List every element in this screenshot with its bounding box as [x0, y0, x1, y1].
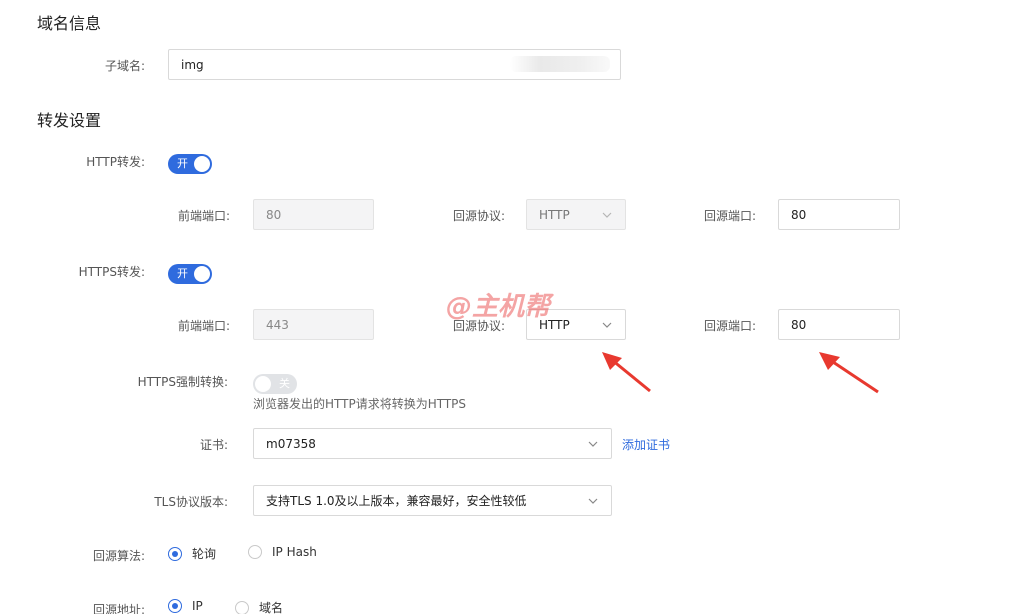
- https-front-port-label: 前端端口:: [177, 319, 230, 333]
- algorithm-radio-ip-hash[interactable]: IP Hash: [248, 545, 317, 559]
- http-origin-port-input[interactable]: 80: [778, 199, 900, 230]
- red-arrow-icon: [602, 352, 651, 393]
- subdomain-label: 子域名:: [104, 59, 145, 73]
- toggle-knob: [194, 156, 210, 172]
- subdomain-value: img: [181, 57, 204, 72]
- red-arrow-icon: [819, 352, 879, 394]
- chevron-down-icon: [601, 319, 613, 331]
- algorithm-option-label: IP Hash: [272, 545, 317, 559]
- toggle-knob: [255, 376, 271, 392]
- algorithm-radio-round-robin[interactable]: 轮询: [168, 545, 216, 562]
- https-forward-toggle[interactable]: 开: [168, 264, 212, 284]
- algorithm-option-label: 轮询: [192, 547, 217, 561]
- radio-unchecked-icon: [248, 545, 262, 559]
- certificate-label: 证书:: [199, 438, 228, 452]
- force-https-toggle-text: 关: [279, 377, 290, 390]
- http-origin-port-label: 回源端口:: [703, 209, 756, 223]
- redacted-domain-suffix: [510, 56, 610, 72]
- certificate-select[interactable]: m07358: [253, 428, 612, 459]
- address-option-label: IP: [192, 599, 203, 613]
- http-forward-toggle[interactable]: 开: [168, 154, 212, 174]
- chevron-down-icon: [587, 438, 599, 450]
- radio-unchecked-icon: [235, 600, 249, 614]
- address-radio-ip[interactable]: IP: [168, 599, 203, 613]
- tls-version-label: TLS协议版本:: [154, 495, 228, 509]
- add-certificate-link[interactable]: 添加证书: [622, 436, 670, 453]
- https-front-port-value: 443: [266, 317, 289, 332]
- chevron-down-icon: [587, 495, 599, 507]
- origin-algorithm-label: 回源算法:: [92, 549, 145, 563]
- https-front-port-input[interactable]: 443: [253, 309, 374, 340]
- https-forward-label: HTTPS转发:: [78, 265, 145, 279]
- tls-version-select[interactable]: 支持TLS 1.0及以上版本，兼容最好，安全性较低: [253, 485, 612, 516]
- origin-address-label: 回源地址:: [92, 603, 145, 614]
- http-forward-toggle-text: 开: [177, 157, 188, 170]
- address-radio-domain[interactable]: 域名: [235, 599, 283, 614]
- force-https-toggle[interactable]: 关: [253, 374, 297, 394]
- chevron-down-icon: [601, 209, 613, 221]
- http-front-port-input[interactable]: 80: [253, 199, 374, 230]
- radio-checked-icon: [168, 599, 182, 613]
- http-origin-protocol-label: 回源协议:: [452, 209, 505, 223]
- toggle-knob: [194, 266, 210, 282]
- http-forward-label: HTTP转发:: [86, 155, 145, 169]
- domain-info-title: 域名信息: [37, 14, 102, 33]
- http-front-port-value: 80: [266, 207, 282, 222]
- tls-version-value: 支持TLS 1.0及以上版本，兼容最好，安全性较低: [266, 494, 527, 508]
- watermark-text: @主机帮: [446, 292, 551, 322]
- http-origin-protocol-select[interactable]: HTTP: [526, 199, 626, 230]
- radio-checked-icon: [168, 546, 182, 561]
- https-forward-toggle-text: 开: [177, 267, 188, 280]
- https-origin-port-value: 80: [791, 317, 807, 332]
- http-origin-protocol-value: HTTP: [539, 207, 570, 222]
- forward-settings-title: 转发设置: [37, 111, 102, 130]
- force-https-label: HTTPS强制转换:: [137, 375, 228, 389]
- https-origin-port-input[interactable]: 80: [778, 309, 900, 340]
- certificate-value: m07358: [266, 436, 316, 451]
- force-https-hint: 浏览器发出的HTTP请求将转换为HTTPS: [253, 397, 467, 411]
- http-origin-port-value: 80: [791, 207, 807, 222]
- http-front-port-label: 前端端口:: [177, 209, 230, 223]
- address-option-label: 域名: [259, 601, 284, 614]
- https-origin-port-label: 回源端口:: [703, 319, 756, 333]
